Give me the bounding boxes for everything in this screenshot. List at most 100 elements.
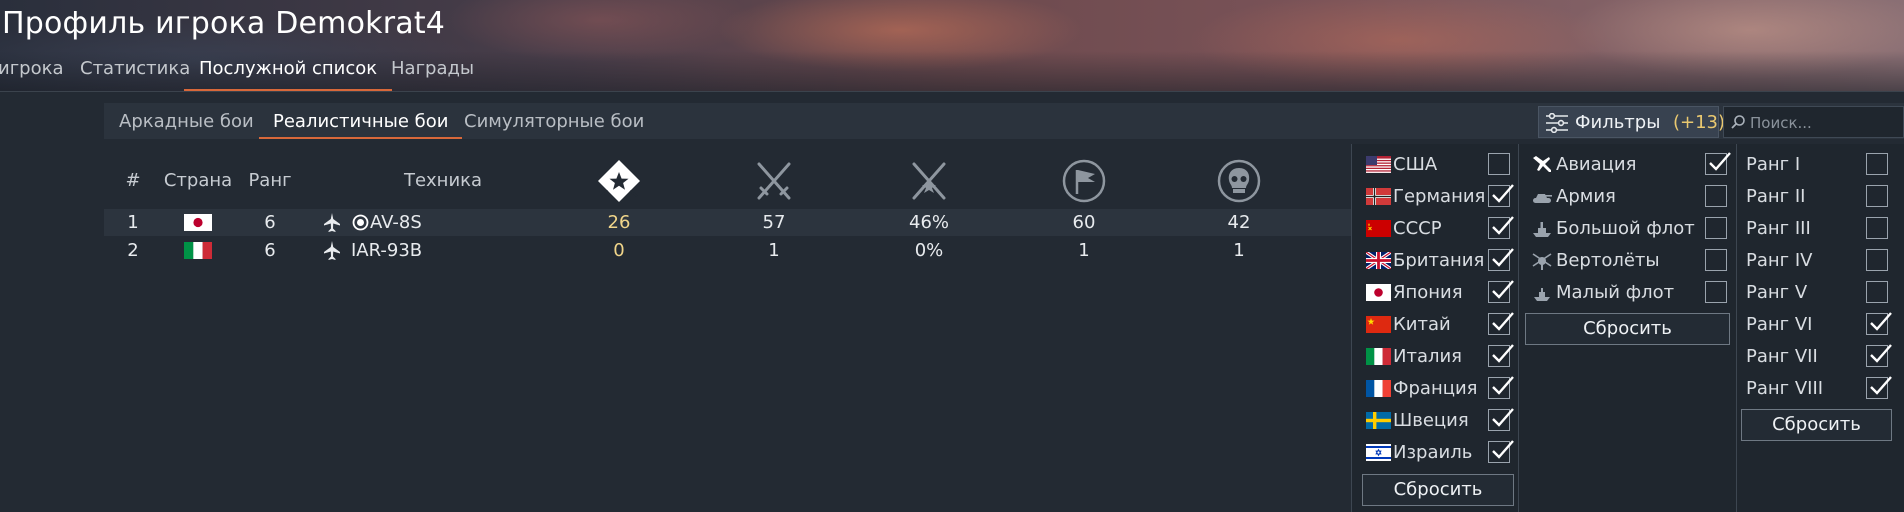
checkmark-icon — [1492, 440, 1514, 459]
checkmark-icon — [1492, 408, 1514, 427]
type-checkbox[interactable] — [1705, 185, 1727, 207]
rank-checkbox[interactable] — [1866, 185, 1888, 207]
row-rank: 6 — [264, 212, 276, 233]
rank-checkbox[interactable] — [1866, 312, 1892, 335]
column-header-vehicle[interactable]: Техника — [404, 170, 482, 191]
checkmark-icon — [1492, 216, 1514, 235]
type-option-coastal-fleet[interactable]: Малый флот — [1531, 278, 1727, 308]
country-option-ussr[interactable]: СССР — [1366, 214, 1514, 244]
country-checkbox[interactable] — [1488, 280, 1514, 303]
type-option-army[interactable]: Армия — [1531, 182, 1727, 212]
win-rate-icon[interactable] — [906, 158, 952, 204]
rank-label: Ранг IV — [1746, 250, 1813, 271]
type-label: Армия — [1556, 186, 1616, 207]
countries-reset-button[interactable]: Сбросить — [1362, 474, 1514, 506]
country-label: Франция — [1393, 378, 1478, 399]
battles-icon[interactable] — [751, 158, 797, 204]
country-checkbox[interactable] — [1488, 440, 1514, 463]
types-reset-button[interactable]: Сбросить — [1525, 313, 1730, 345]
country-checkbox[interactable] — [1488, 248, 1514, 271]
rank-option[interactable]: Ранг I — [1746, 150, 1892, 180]
france-flag-icon — [1366, 380, 1391, 397]
rank-option[interactable]: Ранг II — [1746, 182, 1892, 212]
rank-label: Ранг VII — [1746, 346, 1818, 367]
row-number: 1 — [127, 212, 139, 233]
country-option-germany[interactable]: Германия — [1366, 182, 1514, 212]
helicopter-icon — [1532, 253, 1552, 270]
missions-icon[interactable] — [1061, 158, 1107, 204]
country-label: Британия — [1393, 250, 1485, 271]
country-option-italy[interactable]: Италия — [1366, 342, 1514, 372]
country-checkbox[interactable] — [1488, 376, 1514, 399]
country-option-japan[interactable]: Япония — [1366, 278, 1514, 308]
type-checkbox[interactable] — [1705, 249, 1727, 271]
tab-awards[interactable]: Награды — [391, 58, 474, 91]
rank-checkbox[interactable] — [1866, 376, 1892, 399]
country-checkbox[interactable] — [1488, 184, 1514, 207]
type-checkbox[interactable] — [1705, 152, 1731, 175]
filters-label: Фильтры — [1575, 112, 1661, 133]
rank-option[interactable]: Ранг III — [1746, 214, 1892, 244]
kills-value: 42 — [1227, 212, 1251, 233]
rank-label: Ранг VIII — [1746, 378, 1824, 399]
kills-icon[interactable] — [1216, 158, 1262, 204]
rank-label: Ранг III — [1746, 218, 1811, 239]
checkmark-icon — [1492, 376, 1514, 395]
tab-statistics[interactable]: Статистика — [80, 58, 190, 91]
rank-option[interactable]: Ранг VI — [1746, 310, 1892, 340]
aircraft-icon — [324, 241, 340, 260]
rank-checkbox[interactable] — [1866, 153, 1888, 175]
filters-button[interactable]: Фильтры (+13) — [1538, 106, 1725, 138]
type-checkbox[interactable] — [1705, 217, 1727, 239]
column-header-rank[interactable]: Ранг — [248, 170, 291, 191]
tab-simulator-battles[interactable]: Симуляторные бои — [464, 111, 644, 132]
ussr-flag-icon — [1366, 220, 1391, 237]
country-checkbox[interactable] — [1488, 153, 1510, 175]
ranks-reset-button[interactable]: Сбросить — [1741, 409, 1892, 441]
rank-option[interactable]: Ранг VII — [1746, 342, 1892, 372]
country-checkbox[interactable] — [1488, 344, 1514, 367]
row-number: 2 — [127, 240, 139, 261]
aircraft-icon — [324, 213, 340, 232]
search-input[interactable] — [1748, 111, 1902, 135]
type-label: Большой флот — [1556, 218, 1695, 239]
sweden-flag-icon — [1366, 412, 1391, 429]
tab-service-record[interactable]: Послужной список — [183, 58, 393, 91]
table-row[interactable]: 1 6 AV-8S 26 57 46% 60 42 — [104, 209, 1351, 236]
tab-realistic-battles[interactable]: Реалистичные бои — [258, 111, 463, 139]
country-label: Швеция — [1393, 410, 1469, 431]
country-option-israel[interactable]: Израиль — [1366, 438, 1514, 468]
country-checkbox[interactable] — [1488, 216, 1514, 239]
type-checkbox[interactable] — [1705, 281, 1727, 303]
country-checkbox[interactable] — [1488, 312, 1514, 335]
rank-option[interactable]: Ранг IV — [1746, 246, 1892, 276]
type-label: Вертолёты — [1556, 250, 1660, 271]
column-header-number[interactable]: # — [125, 170, 140, 191]
type-option-aviation[interactable]: Авиация — [1531, 150, 1731, 180]
country-option-britain[interactable]: Британия — [1366, 246, 1514, 276]
country-checkbox[interactable] — [1488, 408, 1514, 431]
japan-flag-icon — [184, 214, 212, 231]
rank-option[interactable]: Ранг VIII — [1746, 374, 1892, 404]
column-header-country[interactable]: Страна — [164, 170, 232, 191]
country-option-sweden[interactable]: Швеция — [1366, 406, 1514, 436]
country-option-usa[interactable]: США — [1366, 150, 1514, 180]
tab-arcade-battles[interactable]: Аркадные бои — [119, 111, 254, 132]
rank-checkbox[interactable] — [1866, 344, 1892, 367]
vehicle-name[interactable]: IAR-93B — [351, 240, 422, 261]
table-row[interactable]: 2 6 IAR-93B 0 1 0% 1 1 — [104, 237, 1351, 264]
vehicle-name[interactable]: AV-8S — [370, 212, 422, 233]
kills-value: 1 — [1233, 240, 1245, 261]
country-option-france[interactable]: Франция — [1366, 374, 1514, 404]
victories-icon[interactable] — [596, 158, 642, 204]
rank-option[interactable]: Ранг V — [1746, 278, 1892, 308]
country-label: США — [1393, 154, 1438, 175]
tab-player[interactable]: игрока — [0, 58, 64, 91]
rank-checkbox[interactable] — [1866, 249, 1888, 271]
type-option-helicopters[interactable]: Вертолёты — [1531, 246, 1727, 276]
rank-checkbox[interactable] — [1866, 281, 1888, 303]
country-option-china[interactable]: Китай — [1366, 310, 1514, 340]
checkmark-icon — [1492, 344, 1514, 363]
rank-checkbox[interactable] — [1866, 217, 1888, 239]
type-option-bluewater-fleet[interactable]: Большой флот — [1531, 214, 1727, 244]
